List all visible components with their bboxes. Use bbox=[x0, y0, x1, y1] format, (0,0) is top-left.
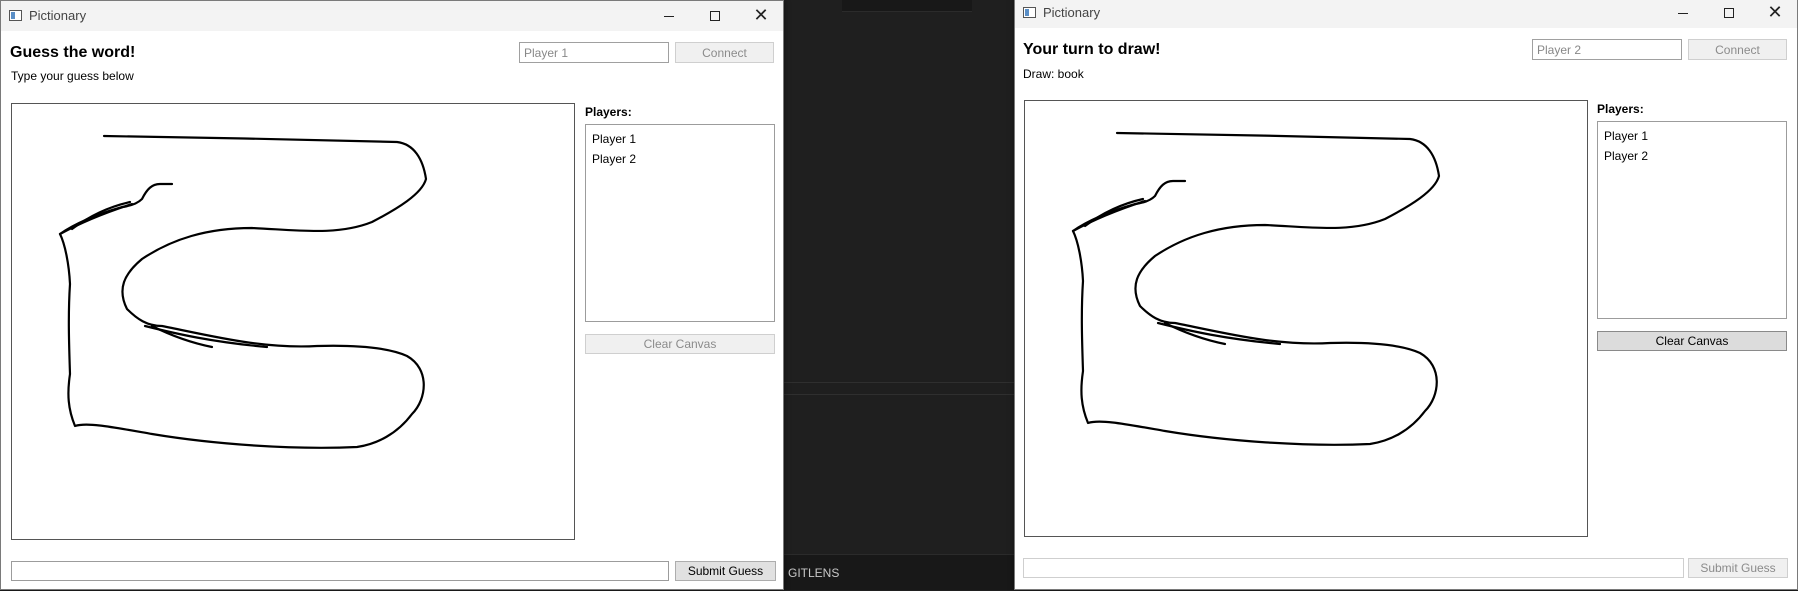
maximize-icon bbox=[710, 11, 720, 21]
page-heading: Your turn to draw! bbox=[1023, 41, 1161, 58]
clear-canvas-button[interactable]: Clear Canvas bbox=[585, 334, 775, 354]
minimize-icon bbox=[664, 15, 674, 17]
close-icon: ✕ bbox=[753, 5, 769, 26]
background-divider bbox=[784, 382, 1014, 383]
guess-input[interactable] bbox=[11, 561, 669, 581]
instruction-text: Type your guess below bbox=[11, 69, 134, 83]
list-item[interactable]: Player 1 bbox=[1604, 126, 1786, 146]
player-name-input[interactable] bbox=[1532, 39, 1682, 60]
drawing-strokes bbox=[58, 134, 428, 449]
close-icon: ✕ bbox=[1767, 2, 1783, 23]
maximize-button[interactable] bbox=[1706, 0, 1752, 28]
connect-button[interactable]: Connect bbox=[1688, 39, 1787, 60]
maximize-icon bbox=[1724, 8, 1734, 18]
drawing-canvas[interactable] bbox=[1024, 100, 1588, 537]
guess-input[interactable] bbox=[1023, 558, 1684, 578]
player-name-input[interactable] bbox=[519, 42, 669, 63]
maximize-button[interactable] bbox=[692, 1, 738, 31]
minimize-button[interactable] bbox=[646, 1, 692, 31]
players-list[interactable]: Player 1 Player 2 bbox=[1597, 121, 1787, 319]
players-list[interactable]: Player 1 Player 2 bbox=[585, 124, 775, 322]
minimize-button[interactable] bbox=[1660, 0, 1706, 28]
drawing-strokes bbox=[1071, 131, 1441, 446]
list-item[interactable]: Player 1 bbox=[592, 129, 774, 149]
list-item[interactable]: Player 2 bbox=[592, 149, 774, 169]
minimize-icon bbox=[1678, 12, 1688, 14]
connect-button[interactable]: Connect bbox=[675, 42, 774, 63]
drawing-canvas[interactable] bbox=[11, 103, 575, 540]
close-button[interactable]: ✕ bbox=[738, 1, 784, 31]
word-to-draw: Draw: book bbox=[1023, 67, 1084, 81]
submit-guess-button[interactable]: Submit Guess bbox=[1688, 558, 1788, 578]
players-label: Players: bbox=[1597, 102, 1644, 116]
status-gitlens-label[interactable]: GITLENS bbox=[788, 566, 839, 580]
window-title: Pictionary bbox=[29, 8, 87, 23]
title-bar[interactable]: Pictionary ✕ bbox=[1015, 0, 1797, 28]
close-button[interactable]: ✕ bbox=[1752, 0, 1798, 28]
clear-canvas-button[interactable]: Clear Canvas bbox=[1597, 331, 1787, 351]
background-status-bar: GITLENS bbox=[784, 554, 1014, 590]
app-icon bbox=[9, 10, 22, 21]
window-title: Pictionary bbox=[1043, 5, 1101, 20]
app-icon bbox=[1023, 7, 1036, 18]
pictionary-window-drawer: Pictionary ✕ Your turn to draw! Draw: bo… bbox=[1014, 0, 1798, 590]
pictionary-window-guesser: Pictionary ✕ Guess the word! Type your g… bbox=[0, 0, 784, 590]
page-heading: Guess the word! bbox=[10, 44, 136, 61]
list-item[interactable]: Player 2 bbox=[1604, 146, 1786, 166]
background-editor-tab-strip bbox=[842, 0, 972, 12]
players-label: Players: bbox=[585, 105, 632, 119]
submit-guess-button[interactable]: Submit Guess bbox=[675, 561, 776, 581]
title-bar[interactable]: Pictionary ✕ bbox=[1, 1, 783, 31]
background-divider bbox=[784, 394, 1014, 395]
